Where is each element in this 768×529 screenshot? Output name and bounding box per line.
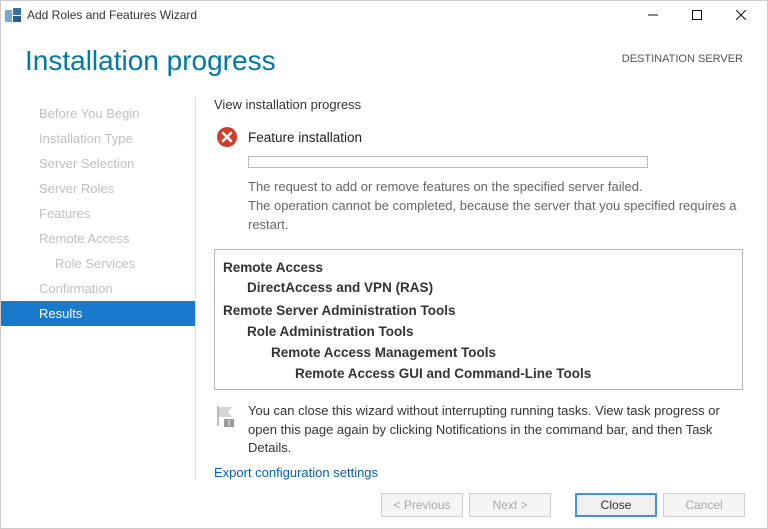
main-content: View installation progress Feature insta… (214, 97, 767, 480)
tree-item: Remote Access (223, 258, 734, 279)
header: Installation progress DESTINATION SERVER (1, 29, 767, 77)
minimize-button[interactable] (631, 1, 675, 29)
tree-item: Web Server (IIS) (223, 387, 734, 390)
step-remote-access: Remote Access (1, 226, 195, 251)
results-tree[interactable]: Remote Access DirectAccess and VPN (RAS)… (214, 249, 743, 391)
footer: < Previous Next > Close Cancel (1, 480, 767, 528)
tree-item: Remote Access Management Tools (223, 343, 734, 364)
step-results: Results (1, 301, 195, 326)
step-features: Features (1, 201, 195, 226)
hint-text: You can close this wizard without interr… (248, 402, 743, 457)
status-row: Feature installation (214, 126, 743, 148)
step-server-selection: Server Selection (1, 151, 195, 176)
step-before-you-begin: Before You Begin (1, 101, 195, 126)
tree-item: Remote Access GUI and Command-Line Tools (223, 364, 734, 385)
close-button[interactable]: Close (575, 493, 657, 517)
section-title: View installation progress (214, 97, 743, 112)
window-title: Add Roles and Features Wizard (27, 8, 631, 22)
background-task-hint: 1 You can close this wizard without inte… (214, 402, 743, 457)
next-button: Next > (469, 493, 551, 517)
progress-wrap (248, 156, 743, 168)
error-message: The request to add or remove features on… (248, 178, 743, 235)
app-icon (5, 8, 21, 22)
destination-server-label: DESTINATION SERVER (622, 45, 743, 65)
tree-item: Role Administration Tools (223, 322, 734, 343)
progress-bar (248, 156, 648, 168)
titlebar: Add Roles and Features Wizard (1, 1, 767, 29)
step-confirmation: Confirmation (1, 276, 195, 301)
error-icon (216, 126, 238, 148)
cancel-button: Cancel (663, 493, 745, 517)
error-line-2: The operation cannot be completed, becau… (248, 197, 743, 235)
close-window-button[interactable] (719, 1, 763, 29)
maximize-button[interactable] (675, 1, 719, 29)
body: Before You Begin Installation Type Serve… (1, 77, 767, 480)
tree-item: DirectAccess and VPN (RAS) (223, 278, 734, 299)
tree-item: Remote Server Administration Tools (223, 301, 734, 322)
flag-icon: 1 (214, 404, 238, 433)
wizard-steps-sidebar: Before You Begin Installation Type Serve… (1, 97, 196, 480)
status-label: Feature installation (248, 130, 362, 145)
step-role-services: Role Services (1, 251, 195, 276)
step-installation-type: Installation Type (1, 126, 195, 151)
error-line-1: The request to add or remove features on… (248, 178, 743, 197)
export-config-link[interactable]: Export configuration settings (214, 465, 743, 480)
previous-button: < Previous (381, 493, 463, 517)
page-title: Installation progress (25, 45, 622, 77)
svg-text:1: 1 (227, 419, 231, 428)
window-controls (631, 1, 763, 29)
step-server-roles: Server Roles (1, 176, 195, 201)
wizard-window: Add Roles and Features Wizard Installati… (0, 0, 768, 529)
